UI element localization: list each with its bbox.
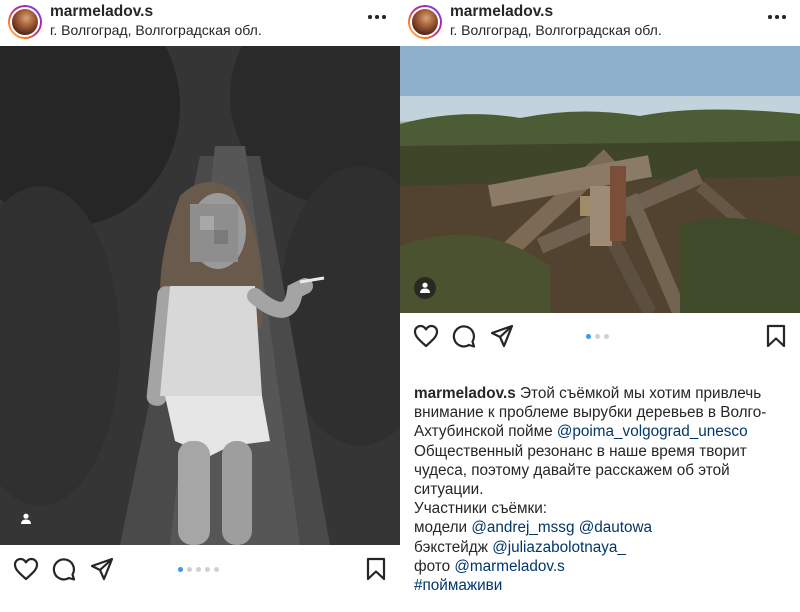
location-link[interactable]: г. Волгоград, Волгоградская обл. bbox=[450, 22, 662, 38]
carousel-indicator bbox=[586, 334, 609, 339]
mention-link[interactable]: @marmeladov.s bbox=[454, 558, 564, 575]
post-photo[interactable] bbox=[400, 46, 800, 313]
post-left: marmeladov.s г. Волгоград, Волгоградская… bbox=[0, 0, 400, 612]
carousel-indicator bbox=[178, 567, 219, 572]
more-icon[interactable] bbox=[368, 13, 386, 19]
models-label: модели bbox=[414, 519, 468, 537]
mention-link[interactable]: @poima_volgograd_unesco bbox=[557, 423, 748, 440]
comment-icon[interactable] bbox=[452, 324, 476, 348]
comment-icon[interactable] bbox=[52, 557, 76, 581]
hashtag-link[interactable]: #поймаживи bbox=[414, 577, 502, 594]
username[interactable]: marmeladov.s bbox=[450, 3, 553, 21]
share-icon[interactable] bbox=[490, 324, 514, 348]
caption-text: Общественный резонанс в наше время твори… bbox=[414, 442, 747, 499]
post-header: marmeladov.s г. Волгоград, Волгоградская… bbox=[0, 0, 400, 46]
mention-link[interactable]: @andrej_mssg bbox=[471, 519, 574, 536]
post-actions bbox=[0, 551, 400, 591]
post-header: marmeladov.s г. Волгоград, Волгоградская… bbox=[400, 0, 800, 46]
user-tag-icon[interactable] bbox=[15, 508, 37, 530]
post-caption: marmeladov.s Этой съёмкой мы хотим привл… bbox=[414, 384, 794, 595]
more-icon[interactable] bbox=[768, 13, 786, 19]
backstage-label: бэкстейдж bbox=[414, 538, 488, 556]
avatar[interactable] bbox=[408, 5, 442, 39]
mention-link[interactable]: @juliazabolotnaya_ bbox=[492, 539, 626, 556]
location-link[interactable]: г. Волгоград, Волгоградская обл. bbox=[50, 22, 262, 38]
user-tag-icon[interactable] bbox=[414, 277, 436, 299]
avatar[interactable] bbox=[8, 5, 42, 39]
username[interactable]: marmeladov.s bbox=[50, 3, 153, 21]
photo-label: фото bbox=[414, 557, 451, 575]
share-icon[interactable] bbox=[90, 557, 114, 581]
post-actions bbox=[400, 318, 800, 358]
mention-link[interactable]: @dautowa bbox=[579, 519, 652, 536]
post-right: marmeladov.s г. Волгоград, Волгоградская… bbox=[400, 0, 800, 612]
heart-icon[interactable] bbox=[413, 324, 439, 348]
post-photo[interactable] bbox=[0, 46, 400, 545]
heart-icon[interactable] bbox=[13, 557, 39, 581]
participants-label: Участники съёмки: bbox=[414, 500, 548, 518]
caption-username[interactable]: marmeladov.s bbox=[414, 385, 516, 402]
bookmark-icon[interactable] bbox=[766, 324, 786, 348]
bookmark-icon[interactable] bbox=[366, 557, 386, 581]
